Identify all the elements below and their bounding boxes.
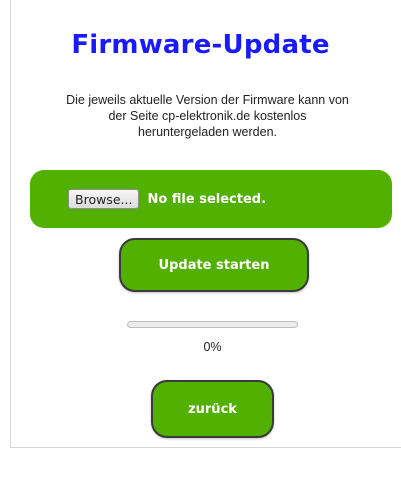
page-title: Firmware-Update bbox=[71, 30, 330, 60]
file-status-text: No file selected. bbox=[147, 191, 267, 207]
description-text: Die jeweils aktuelle Version der Firmwar… bbox=[14, 92, 401, 140]
description-line-2: der Seite cp-elektronik.de kostenlos bbox=[108, 109, 307, 123]
back-button[interactable]: zurück bbox=[151, 380, 274, 438]
file-input-bar: Browse... No file selected. bbox=[30, 170, 392, 228]
description-line-1: Die jeweils aktuelle Version der Firmwar… bbox=[66, 93, 349, 107]
update-start-button[interactable]: Update starten bbox=[119, 238, 309, 292]
progress-bar bbox=[127, 321, 298, 328]
progress-percent-label: 0% bbox=[203, 340, 222, 354]
browse-button[interactable]: Browse... bbox=[68, 189, 140, 209]
description-line-3: heruntergeladen werden. bbox=[138, 125, 277, 139]
